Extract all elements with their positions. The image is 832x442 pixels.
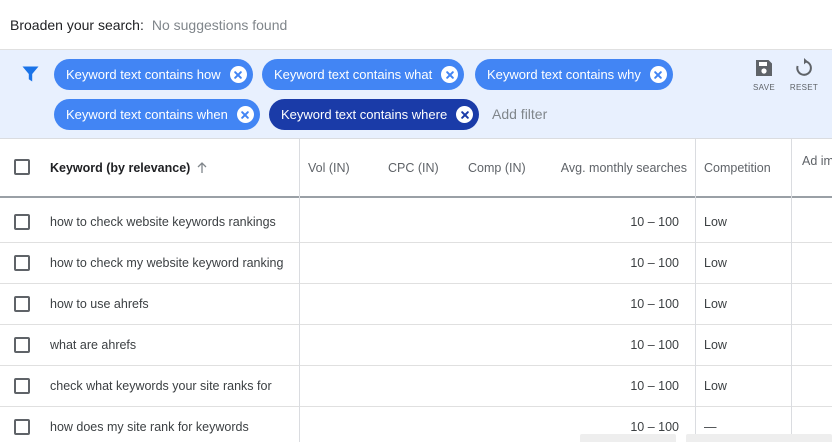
- avg-monthly-searches-cell: 10 – 100: [630, 379, 679, 393]
- save-label: SAVE: [753, 83, 775, 92]
- avg-monthly-searches-cell: 10 – 100: [630, 297, 679, 311]
- save-button[interactable]: SAVE: [744, 58, 784, 92]
- column-header-cpc[interactable]: CPC (IN): [388, 139, 439, 196]
- keyword-cell: how to check my website keyword ranking: [50, 256, 284, 270]
- table-header: Keyword (by relevance) Vol (IN) CPC (IN)…: [0, 139, 832, 198]
- row-checkbox[interactable]: [14, 255, 30, 271]
- filter-chip-where[interactable]: Keyword text contains where: [269, 99, 480, 130]
- column-divider: [299, 139, 300, 442]
- keyword-cell: what are ahrefs: [50, 338, 137, 352]
- close-icon[interactable]: [441, 66, 459, 83]
- filter-chip-label: Keyword text contains where: [281, 107, 448, 122]
- table-row: how to check my website keyword ranking …: [0, 243, 832, 284]
- column-header-comp[interactable]: Comp (IN): [468, 139, 526, 196]
- keyword-cell: how to check website keywords rankings: [50, 215, 276, 229]
- column-divider: [791, 139, 792, 442]
- filter-chip-label: Keyword text contains when: [66, 107, 228, 122]
- row-checkbox[interactable]: [14, 378, 30, 394]
- reset-label: RESET: [789, 83, 819, 92]
- close-icon[interactable]: [649, 66, 667, 83]
- filter-chip-label: Keyword text contains why: [487, 67, 641, 82]
- filter-chip-what[interactable]: Keyword text contains what: [262, 59, 465, 90]
- column-header-keyword-label: Keyword (by relevance): [50, 160, 191, 175]
- table-row: check what keywords your site ranks for …: [0, 366, 832, 407]
- arrow-up-icon: [197, 161, 207, 173]
- avg-monthly-searches-cell: 10 – 100: [630, 215, 679, 229]
- broaden-value: No suggestions found: [151, 16, 288, 33]
- row-checkbox[interactable]: [14, 337, 30, 353]
- column-header-keyword[interactable]: Keyword (by relevance): [50, 139, 207, 196]
- column-header-vol[interactable]: Vol (IN): [308, 139, 350, 196]
- filter-chip-label: Keyword text contains how: [66, 67, 221, 82]
- competition-cell: Low: [704, 256, 727, 270]
- add-filter-button[interactable]: Add filter: [492, 106, 547, 122]
- reset-button[interactable]: RESET: [784, 58, 824, 92]
- avg-monthly-searches-cell: 10 – 100: [630, 338, 679, 352]
- bottom-overlay-tab[interactable]: [580, 434, 676, 442]
- close-icon[interactable]: [456, 106, 474, 123]
- close-icon[interactable]: [229, 66, 247, 83]
- table-row: how to check website keywords rankings 1…: [0, 202, 832, 243]
- competition-cell: Low: [704, 215, 727, 229]
- competition-cell: Low: [704, 338, 727, 352]
- select-all-checkbox[interactable]: [14, 159, 30, 175]
- column-header-avg-monthly-searches[interactable]: Avg. monthly searches: [561, 139, 687, 196]
- close-icon[interactable]: [236, 106, 254, 123]
- competition-cell: Low: [704, 297, 727, 311]
- bottom-overlay-tab[interactable]: [686, 434, 832, 442]
- keyword-cell: how does my site rank for keywords: [50, 420, 249, 434]
- column-header-competition[interactable]: Competition: [704, 139, 771, 196]
- table-row: how to use ahrefs 10 – 100 Low: [0, 284, 832, 325]
- avg-monthly-searches-cell: 10 – 100: [630, 256, 679, 270]
- keyword-cell: check what keywords your site ranks for: [50, 379, 272, 393]
- filter-chip-when[interactable]: Keyword text contains when: [54, 99, 260, 130]
- reset-icon: [796, 58, 812, 76]
- broaden-label: Broaden your search:: [10, 16, 144, 33]
- save-icon: [756, 60, 772, 76]
- row-checkbox[interactable]: [14, 419, 30, 435]
- column-divider: [695, 139, 696, 442]
- row-checkbox[interactable]: [14, 296, 30, 312]
- filter-chip-how[interactable]: Keyword text contains how: [54, 59, 253, 90]
- row-checkbox[interactable]: [14, 214, 30, 230]
- filter-chip-label: Keyword text contains what: [274, 67, 433, 82]
- filter-chip-why[interactable]: Keyword text contains why: [475, 59, 673, 90]
- keyword-cell: how to use ahrefs: [50, 297, 149, 311]
- column-header-ad-impression[interactable]: Ad im: [802, 139, 832, 196]
- broaden-search-bar: Broaden your search: No suggestions foun…: [0, 0, 832, 50]
- filter-icon[interactable]: [22, 66, 39, 82]
- competition-cell: Low: [704, 379, 727, 393]
- table-row: what are ahrefs 10 – 100 Low: [0, 325, 832, 366]
